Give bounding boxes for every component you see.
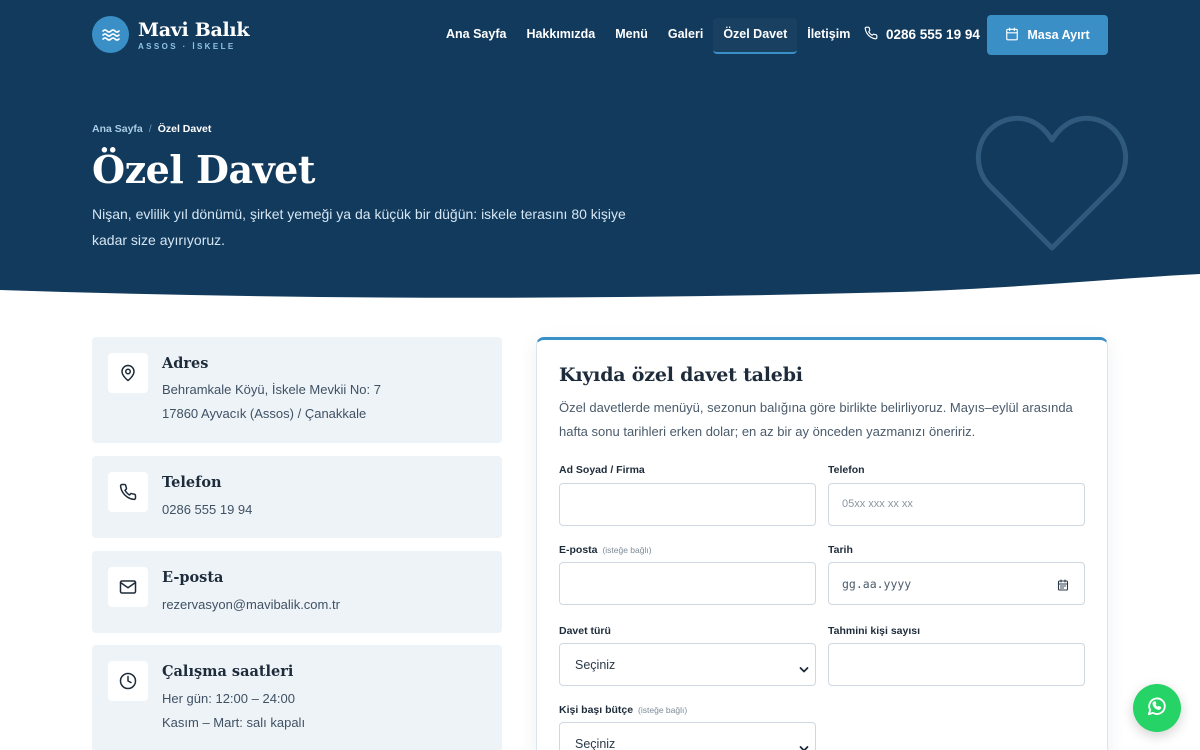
page-description: Nişan, evlilik yıl dönümü, şirket yemeği…: [92, 206, 626, 248]
phone-title: Telefon: [162, 474, 222, 491]
nav-item-contact[interactable]: İletişim: [797, 18, 860, 54]
nav-item-gallery[interactable]: Galeri: [658, 18, 713, 54]
map-pin-icon: [108, 353, 148, 393]
brand[interactable]: Mavi Balık ASSOS · İSKELE: [92, 16, 249, 53]
budget-selected: Seçiniz: [575, 737, 616, 750]
date-label: Tarih: [828, 544, 853, 556]
nav-item-menu[interactable]: Menü: [605, 18, 658, 54]
breadcrumb: Ana Sayfa / Özel Davet: [92, 123, 211, 135]
email-optional-hint: (isteğe bağlı): [602, 545, 652, 555]
email-address[interactable]: rezervasyon@mavibalik.com.tr: [162, 597, 340, 612]
email-title: E-posta: [162, 569, 224, 586]
name-label: Ad Soyad / Firma: [559, 464, 645, 476]
form-description: Özel davetlerde menüyü, sezonun balığına…: [559, 400, 1073, 439]
calendar-icon[interactable]: [1057, 578, 1069, 596]
guests-input[interactable]: [828, 643, 1085, 686]
address-line-1: Behramkale Köyü, İskele Mevkii No: 7: [162, 382, 381, 397]
phone-number[interactable]: 0286 555 19 94: [162, 502, 252, 517]
date-input-placeholder: gg.aa.yyyy: [842, 577, 912, 591]
email-label: E-posta (isteğe bağlı): [559, 544, 652, 556]
clock-icon: [108, 661, 148, 701]
phone-icon: [864, 26, 886, 43]
event-type-label: Davet türü: [559, 625, 611, 637]
brand-name: Mavi Balık: [138, 18, 250, 41]
hero-wave-divider: [0, 274, 1200, 300]
brand-subtitle: ASSOS · İSKELE: [138, 41, 236, 51]
mail-icon: [108, 567, 148, 607]
budget-label-text: Kişi başı bütçe: [559, 704, 634, 716]
address-title: Adres: [162, 355, 209, 372]
nav-item-about[interactable]: Hakkımızda: [516, 18, 605, 54]
header-phone-link[interactable]: 0286 555 19 94: [864, 26, 980, 43]
breadcrumb-home[interactable]: Ana Sayfa: [92, 123, 143, 135]
calendar-icon: [1005, 27, 1027, 44]
waves-icon: [92, 16, 129, 53]
email-card: E-posta rezervasyon@mavibalik.com.tr: [92, 551, 502, 633]
event-type-selected: Seçiniz: [575, 658, 616, 672]
hours-line-2: Kasım – Mart: salı kapalı: [162, 715, 306, 730]
reserve-table-label: Masa Ayırt: [1027, 28, 1090, 42]
budget-label: Kişi başı bütçe (isteğe bağlı): [559, 704, 687, 716]
phone-card: Telefon 0286 555 19 94: [92, 456, 502, 538]
breadcrumb-separator: /: [148, 123, 152, 135]
main-nav: Ana Sayfa Hakkımızda Menü Galeri Özel Da…: [436, 18, 860, 54]
event-request-form: Kıyıda özel davet talebi Özel davetlerde…: [536, 337, 1108, 750]
email-input[interactable]: [559, 562, 816, 605]
whatsapp-icon: [1146, 695, 1168, 722]
chevron-down-icon: [799, 661, 809, 679]
email-label-text: E-posta: [559, 544, 598, 556]
hero-section: Mavi Balık ASSOS · İSKELE Ana Sayfa Hakk…: [0, 0, 1200, 300]
hours-line-1: Her gün: 12:00 – 24:00: [162, 691, 295, 706]
nav-item-home[interactable]: Ana Sayfa: [436, 18, 516, 54]
name-input[interactable]: [559, 483, 816, 526]
reserve-table-button[interactable]: Masa Ayırt: [987, 15, 1108, 55]
guests-label: Tahmini kişi sayısı: [828, 625, 921, 637]
address-card: Adres Behramkale Köyü, İskele Mevkii No:…: [92, 337, 502, 443]
budget-select[interactable]: Seçiniz: [559, 722, 816, 750]
chevron-down-icon: [799, 740, 809, 750]
phone-input[interactable]: 05xx xxx xx xx: [828, 483, 1085, 526]
date-input[interactable]: gg.aa.yyyy: [828, 562, 1085, 605]
header-phone-number: 0286 555 19 94: [886, 27, 980, 42]
event-type-select[interactable]: Seçiniz: [559, 643, 816, 686]
address-line-2: 17860 Ayvacık (Assos) / Çanakkale: [162, 406, 367, 421]
budget-optional-hint: (isteğe bağlı): [638, 705, 688, 715]
page-title: Özel Davet: [92, 147, 315, 192]
breadcrumb-current: Özel Davet: [157, 123, 212, 135]
phone-label: Telefon: [828, 464, 865, 476]
heart-icon: [972, 108, 1132, 263]
hours-card: Çalışma saatleri Her gün: 12:00 – 24:00 …: [92, 645, 502, 750]
phone-icon: [108, 472, 148, 512]
nav-item-private-event[interactable]: Özel Davet: [713, 18, 798, 54]
phone-input-placeholder: 05xx xxx xx xx: [842, 498, 913, 510]
whatsapp-chat-button[interactable]: [1133, 684, 1181, 732]
hours-title: Çalışma saatleri: [162, 663, 294, 680]
form-title: Kıyıda özel davet talebi: [559, 364, 803, 386]
